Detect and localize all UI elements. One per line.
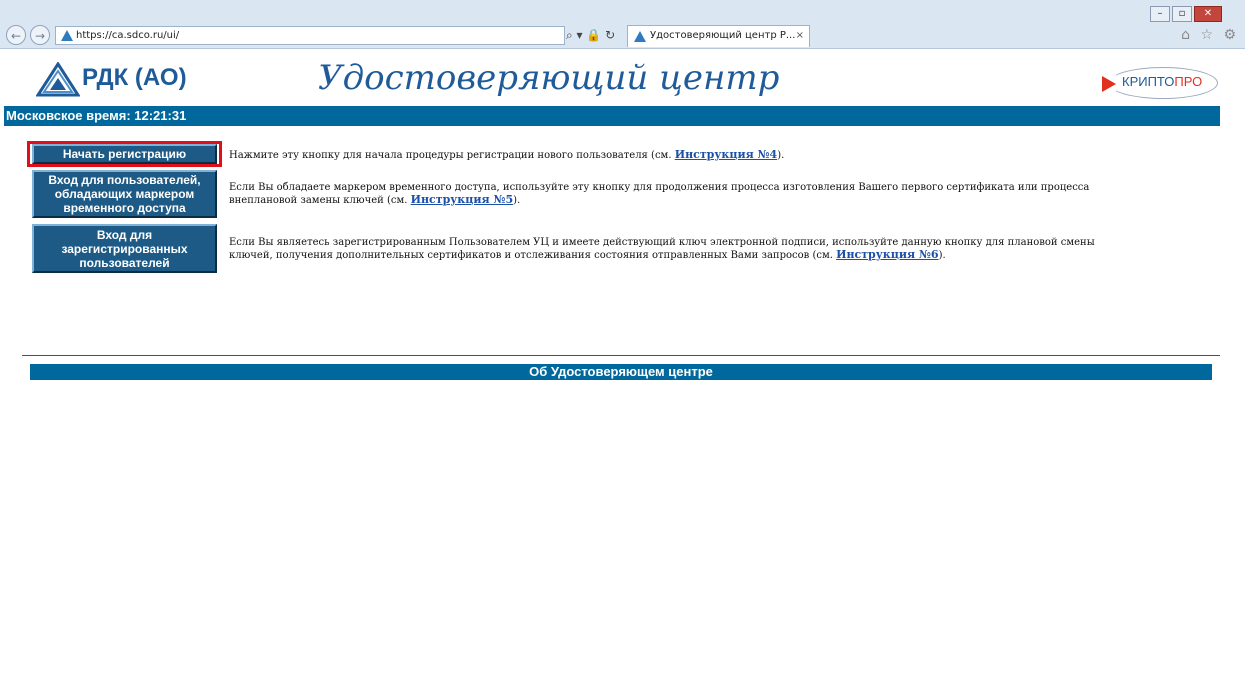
registered-users-desc-text: Если Вы являетесь зарегистрированным Пол…: [229, 237, 1095, 261]
section-divider: [22, 355, 1220, 356]
tab-close-icon[interactable]: ×: [796, 26, 804, 46]
moscow-time-bar: Московское время: 12:21:31: [4, 106, 1220, 126]
browser-toolbar-icons[interactable]: ⌂ ☆ ⚙: [1181, 27, 1239, 43]
tab-favicon-icon: [634, 31, 646, 42]
registered-users-description: Если Вы являетесь зарегистрированным Пол…: [229, 237, 1109, 262]
start-registration-button[interactable]: Начать регистрацию: [32, 144, 217, 164]
address-url[interactable]: https://ca.sdco.ru/ui/: [76, 27, 179, 44]
instruction-6-link[interactable]: Инструкция №6: [836, 248, 939, 261]
cryptopro-text-left: КРИПТО: [1122, 74, 1175, 89]
browser-tab[interactable]: Удостоверяющий центр Р... ×: [627, 25, 810, 47]
temporary-token-description: Если Вы обладаете маркером временного до…: [229, 182, 1109, 207]
temporary-token-desc-end: ).: [513, 195, 521, 206]
registration-desc-end: ).: [777, 150, 785, 161]
temporary-token-desc-text: Если Вы обладаете маркером временного до…: [229, 182, 1090, 206]
brand-name: РДК (АО): [82, 64, 187, 91]
temporary-token-login-button[interactable]: Вход для пользователей, обладающих марке…: [32, 170, 217, 218]
site-favicon-icon: [61, 30, 73, 41]
address-bar[interactable]: https://ca.sdco.ru/ui/: [55, 26, 565, 45]
back-arrow-icon[interactable]: ←: [6, 25, 26, 45]
cryptopro-logo: КРИПТОПРО: [1100, 64, 1218, 100]
about-ca-link[interactable]: Об Удостоверяющем центре: [30, 364, 1212, 380]
tab-title: Удостоверяющий центр Р...: [650, 30, 796, 41]
cryptopro-text-right: ПРО: [1174, 74, 1203, 89]
instruction-4-link[interactable]: Инструкция №4: [675, 148, 778, 161]
maximize-button[interactable]: ▫: [1172, 6, 1192, 22]
registered-users-desc-end: ).: [938, 250, 946, 261]
registration-description: Нажмите эту кнопку для начала процедуры …: [229, 149, 1109, 162]
cryptopro-text: КРИПТОПРО: [1122, 74, 1202, 89]
minimize-button[interactable]: –: [1150, 6, 1170, 22]
registered-users-login-button[interactable]: Вход для зарегистрированных пользователе…: [32, 224, 217, 273]
browser-chrome: – ▫ ✕ ← → https://ca.sdco.ru/ui/ ⌕ ▾ 🔒 ↻…: [0, 0, 1245, 49]
registration-desc-text: Нажмите эту кнопку для начала процедуры …: [229, 150, 675, 161]
address-tools[interactable]: ⌕ ▾ 🔒 ↻: [566, 26, 615, 45]
logo-arrow-icon: [1102, 76, 1116, 92]
close-window-button[interactable]: ✕: [1194, 6, 1222, 22]
page-title: Удостоверяющий центр: [318, 58, 780, 98]
forward-arrow-icon[interactable]: →: [30, 25, 50, 45]
rdk-triangle-icon: [36, 62, 80, 97]
instruction-5-link[interactable]: Инструкция №5: [411, 193, 514, 206]
